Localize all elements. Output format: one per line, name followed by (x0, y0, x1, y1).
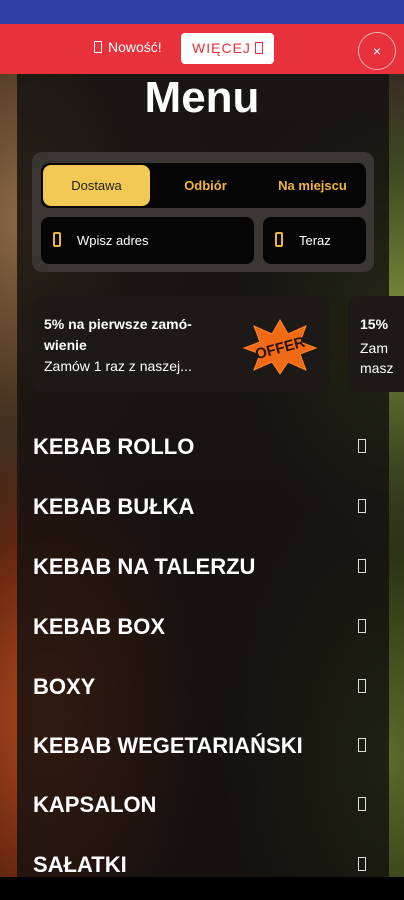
category-item[interactable]: BOXY (33, 672, 373, 702)
order-mode-selector: Dostawa Odbiór Na miejscu (41, 163, 366, 208)
category-item[interactable]: KEBAB NA TALERZU (33, 552, 373, 582)
offer-badge-icon: OFFER (242, 318, 318, 375)
category-item[interactable]: KEBAB WEGETARIAŃSKI (33, 731, 373, 761)
chevron-icon (358, 857, 366, 871)
time-selector[interactable]: Teraz (263, 217, 366, 264)
tab-delivery[interactable]: Dostawa (43, 165, 150, 206)
offer-heading: 15% (360, 316, 389, 332)
close-promo-button[interactable]: × (358, 32, 396, 70)
navigation-bar (0, 877, 404, 900)
location-icon (53, 232, 61, 247)
address-placeholder: Wpisz adres (77, 233, 149, 248)
offer-card[interactable]: 5% na pierwsze zamó-wienie Zamów 1 raz z… (32, 296, 330, 392)
chevron-icon (358, 499, 366, 513)
address-field[interactable]: Wpisz adres (41, 217, 254, 264)
category-label: KEBAB ROLLO (33, 434, 195, 459)
category-label: KEBAB BOX (33, 614, 166, 639)
category-item[interactable]: KEBAB ROLLO (33, 432, 373, 462)
offer-subtitle: Zam masz (360, 340, 394, 376)
chevron-icon (358, 559, 366, 573)
promo-text: Nowość! (94, 39, 162, 55)
category-label: BOXY (33, 674, 96, 699)
promo-label: Nowość! (108, 39, 162, 55)
time-label: Teraz (299, 233, 331, 248)
category-item[interactable]: KEBAB BOX (33, 612, 373, 642)
chevron-icon (358, 738, 366, 752)
chevron-right-icon (254, 42, 263, 54)
tab-dine-in[interactable]: Na miejscu (261, 163, 364, 208)
category-label: KEBAB NA TALERZU (33, 554, 256, 579)
category-item[interactable]: SAŁATKI (33, 850, 373, 880)
promo-banner: Nowość! WIĘCEJ × (0, 24, 404, 74)
tab-pickup[interactable]: Odbiór (153, 163, 258, 208)
offer-card[interactable]: 15% Zam masz (348, 296, 404, 392)
clock-icon (275, 232, 283, 247)
page-title: Menu (144, 73, 260, 122)
more-button-label: WIĘCEJ (192, 40, 251, 56)
chevron-icon (358, 679, 366, 693)
chevron-icon (358, 797, 366, 811)
category-item[interactable]: KAPSALON (33, 790, 373, 820)
chevron-icon (358, 439, 366, 453)
status-bar (0, 0, 404, 24)
category-label: KEBAB BUŁKA (33, 494, 195, 519)
category-item[interactable]: KEBAB BUŁKA (33, 492, 373, 522)
more-button[interactable]: WIĘCEJ (181, 33, 274, 64)
offer-subtitle: Zamów 1 raz z naszej... (44, 358, 192, 374)
category-label: KAPSALON (33, 792, 157, 817)
category-label: SAŁATKI (33, 852, 127, 877)
offers-carousel[interactable]: 5% na pierwsze zamó-wienie Zamów 1 raz z… (32, 296, 404, 392)
chevron-icon (358, 619, 366, 633)
offer-heading: 5% na pierwsze zamó-wienie (44, 316, 192, 353)
category-label: KEBAB WEGETARIAŃSKI (33, 733, 303, 758)
gift-icon (94, 41, 102, 53)
